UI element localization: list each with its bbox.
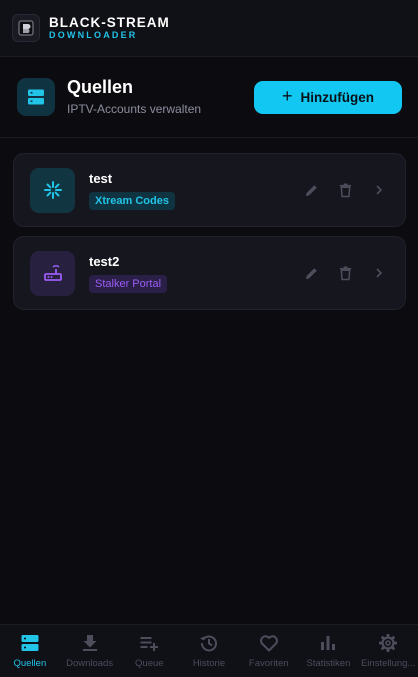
router-icon [30, 250, 75, 296]
app-logo [12, 14, 40, 42]
gear-icon [379, 634, 398, 652]
source-info: test Xtream Codes [89, 171, 301, 210]
server-icon [17, 78, 55, 116]
nav-label: Statistiken [306, 658, 351, 669]
nav-item-quellen[interactable]: Quellen [0, 625, 60, 677]
brand: BLACK-STREAM DOWNLOADER [49, 16, 170, 41]
nav-label: Quellen [13, 658, 47, 669]
history-icon [200, 635, 217, 652]
source-card[interactable]: test Xtream Codes [13, 153, 406, 227]
source-name: test [89, 170, 113, 186]
edit-icon[interactable] [301, 180, 321, 200]
nav-label: Favoriten [248, 658, 289, 669]
source-actions [301, 180, 389, 200]
edit-icon[interactable] [301, 263, 321, 283]
nav-item-downloads[interactable]: Downloads [60, 625, 120, 677]
header-text: Quellen IPTV-Accounts verwalten [67, 77, 254, 116]
source-list: test Xtream Codes test2 Stalker Portal [0, 138, 418, 310]
chevron-right-icon[interactable] [369, 263, 389, 283]
app-subtitle: DOWNLOADER [49, 30, 138, 41]
top-bar: BLACK-STREAM DOWNLOADER [0, 0, 418, 57]
queue-icon [140, 637, 159, 651]
source-type-badge: Xtream Codes [89, 191, 175, 210]
source-info: test2 Stalker Portal [89, 254, 301, 293]
nav-item-favoriten[interactable]: Favoriten [239, 625, 299, 677]
trash-icon[interactable] [335, 263, 355, 283]
heart-icon [259, 635, 278, 652]
add-source-button[interactable]: + Hinzufügen [254, 80, 402, 114]
xtream-icon [30, 167, 75, 213]
app-title: BLACK-STREAM [49, 14, 170, 30]
nav-label: Einstellung... [360, 658, 416, 669]
nav-label: Downloads [66, 658, 114, 669]
page-subtitle: IPTV-Accounts verwalten [67, 101, 202, 116]
add-button-label: Hinzufügen [300, 89, 375, 105]
source-name: test2 [89, 253, 120, 269]
download-icon [82, 635, 97, 651]
page-header: Quellen IPTV-Accounts verwalten + Hinzuf… [0, 57, 418, 138]
chevron-right-icon[interactable] [369, 180, 389, 200]
bottom-nav: Quellen Downloads Queue Historie Favorit… [0, 624, 418, 677]
source-actions [301, 263, 389, 283]
nav-item-statistiken[interactable]: Statistiken [299, 625, 359, 677]
server-icon [21, 635, 39, 651]
nav-label: Queue [135, 658, 164, 669]
app-window: BLACK-STREAM DOWNLOADER Quellen IPTV-Acc… [0, 0, 418, 677]
chart-icon [321, 636, 336, 650]
nav-label: Historie [192, 658, 226, 669]
nav-item-historie[interactable]: Historie [179, 625, 239, 677]
trash-icon[interactable] [335, 180, 355, 200]
page-title: Quellen [67, 77, 134, 98]
source-card[interactable]: test2 Stalker Portal [13, 236, 406, 310]
nav-item-queue[interactable]: Queue [119, 625, 179, 677]
plus-icon: + [281, 86, 293, 106]
logo-icon [18, 20, 34, 36]
source-type-badge: Stalker Portal [89, 274, 168, 293]
nav-item-einstellungen[interactable]: Einstellung... [358, 625, 418, 677]
